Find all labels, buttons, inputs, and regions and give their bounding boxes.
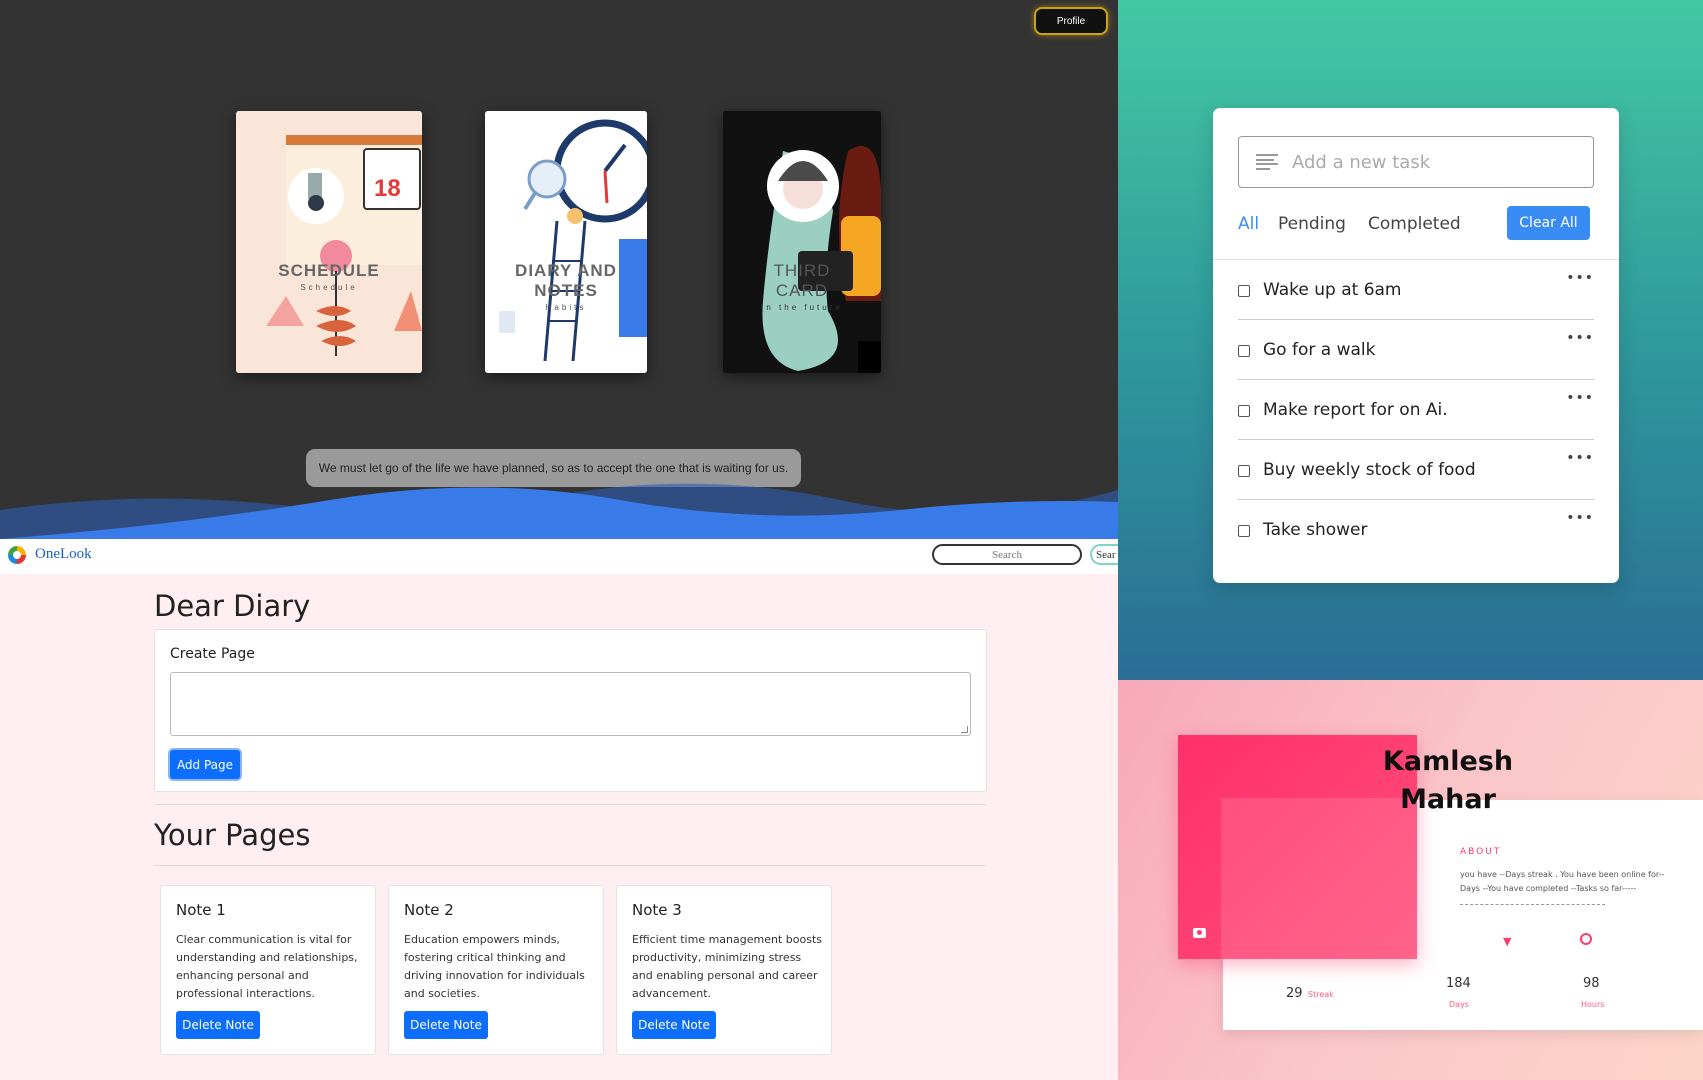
stat-hours-label: Hours: [1581, 1000, 1605, 1009]
schedule-illustration: [236, 111, 422, 373]
about-text: you have --Days streak . You have been o…: [1460, 870, 1665, 893]
text-lines-icon: [1256, 154, 1278, 170]
note-title: Note 3: [632, 901, 682, 919]
filter-pending[interactable]: Pending: [1278, 214, 1346, 234]
card-title-line2: CARD: [775, 281, 829, 300]
search-placeholder: Search: [992, 548, 1022, 561]
card-title: DIARY AND NOTES: [485, 261, 647, 301]
delete-note-button[interactable]: Delete Note: [632, 1011, 716, 1039]
task-checkbox[interactable]: [1238, 285, 1250, 297]
task-checkbox[interactable]: [1238, 525, 1250, 537]
note-body: Clear communication is vital for underst…: [176, 933, 358, 1000]
profile-panel: Kamlesh Mahar ABOUT you have --Days stre…: [1118, 680, 1703, 1080]
divider: [154, 865, 987, 866]
card-subtitle: Habits: [545, 303, 587, 312]
page-title: Dear Diary: [154, 589, 311, 623]
task-item: Take shower •••: [1238, 500, 1594, 560]
ellipsis-icon[interactable]: •••: [1566, 450, 1594, 466]
delete-note-button[interactable]: Delete Note: [404, 1011, 488, 1039]
wave-decoration: [0, 483, 1118, 539]
card-title-line1: DIARY AND: [515, 261, 617, 280]
task-label: Buy weekly stock of food: [1263, 460, 1476, 480]
note-body: Education empowers minds, fostering crit…: [404, 933, 585, 1000]
stat-streak-label: Streak: [1308, 990, 1334, 999]
calendar-day: 18: [374, 175, 401, 202]
profile-name: Kamlesh Mahar: [1363, 743, 1533, 819]
task-label: Wake up at 6am: [1263, 280, 1402, 300]
task-checkbox[interactable]: [1238, 345, 1250, 357]
page-textarea[interactable]: [170, 672, 971, 736]
ellipsis-icon[interactable]: •••: [1566, 510, 1594, 526]
brand-link[interactable]: OneLook: [35, 546, 92, 563]
todo-card: Add a new task All Pending Completed Cle…: [1213, 108, 1619, 583]
task-label: Go for a walk: [1263, 340, 1376, 360]
add-task-input[interactable]: Add a new task: [1238, 136, 1594, 188]
profile-button[interactable]: Profile: [1036, 9, 1106, 33]
create-page-form: Create Page Add Page: [154, 629, 987, 792]
section-title: Your Pages: [154, 818, 311, 852]
note-card: Note 2 Education empowers minds, fosteri…: [388, 885, 604, 1055]
todo-panel: Add a new task All Pending Completed Cle…: [1118, 0, 1703, 680]
delete-note-button[interactable]: Delete Note: [176, 1011, 260, 1039]
ellipsis-icon[interactable]: •••: [1566, 270, 1594, 286]
third-card[interactable]: THIRD CARD In the future: [723, 111, 881, 373]
add-page-button[interactable]: Add Page: [170, 750, 240, 779]
divider: [154, 804, 987, 805]
card-title-line1: THIRD: [773, 261, 831, 280]
task-item: Make report for on Ai. •••: [1238, 380, 1594, 440]
diary-panel: OneLook Search Sear Dear Diary Create Pa…: [0, 539, 1118, 1080]
onelook-logo-icon[interactable]: [8, 546, 26, 564]
divider: [1460, 904, 1605, 905]
task-item: Go for a walk •••: [1238, 320, 1594, 380]
search-input[interactable]: Search: [932, 544, 1082, 565]
profile-last-name: Mahar: [1400, 784, 1496, 815]
task-item: Wake up at 6am •••: [1238, 260, 1594, 320]
twitter-icon[interactable]: ▼: [1503, 935, 1511, 948]
stat-hours-value: 98: [1583, 976, 1600, 991]
stat-days-label: Days: [1449, 1000, 1469, 1009]
note-body: Efficient time management boosts product…: [632, 933, 822, 1000]
about-heading: ABOUT: [1460, 847, 1502, 857]
card-title-line2: NOTES: [534, 281, 598, 300]
create-page-label: Create Page: [170, 646, 255, 662]
note-card: Note 3 Efficient time management boosts …: [616, 885, 832, 1055]
note-title: Note 2: [404, 901, 454, 919]
filter-completed[interactable]: Completed: [1368, 214, 1461, 234]
cards-panel: Profile 18 SCHEDULE Schedule DIARY AND N…: [0, 0, 1118, 539]
task-checkbox[interactable]: [1238, 465, 1250, 477]
ellipsis-icon[interactable]: •••: [1566, 330, 1594, 346]
clear-all-button[interactable]: Clear All: [1507, 206, 1590, 240]
search-button[interactable]: Sear: [1090, 544, 1118, 565]
card-title: SCHEDULE: [278, 261, 380, 280]
github-icon[interactable]: [1580, 933, 1592, 945]
schedule-card[interactable]: 18 SCHEDULE Schedule: [236, 111, 422, 373]
task-label: Make report for on Ai.: [1263, 400, 1448, 420]
note-card: Note 1 Clear communication is vital for …: [160, 885, 376, 1055]
note-title: Note 1: [176, 901, 226, 919]
third-card-illustration: [723, 111, 881, 373]
stat-streak-value: 29: [1286, 986, 1303, 1001]
card-title: THIRD CARD: [723, 261, 881, 301]
card-subtitle: In the future: [761, 303, 843, 312]
diary-illustration: [485, 111, 647, 373]
photo-overlay: [1221, 798, 1417, 959]
task-checkbox[interactable]: [1238, 405, 1250, 417]
task-label: Take shower: [1263, 520, 1368, 540]
stat-days-value: 184: [1446, 976, 1471, 991]
ellipsis-icon[interactable]: •••: [1566, 390, 1594, 406]
camera-icon[interactable]: [1193, 928, 1206, 938]
profile-first-name: Kamlesh: [1382, 746, 1514, 777]
navbar: OneLook Search Sear: [0, 539, 1118, 574]
filter-all[interactable]: All: [1238, 214, 1259, 234]
task-item: Buy weekly stock of food •••: [1238, 440, 1594, 500]
diary-notes-card[interactable]: DIARY AND NOTES Habits: [485, 111, 647, 373]
card-subtitle: Schedule: [300, 283, 358, 292]
task-input-placeholder: Add a new task: [1292, 151, 1431, 173]
